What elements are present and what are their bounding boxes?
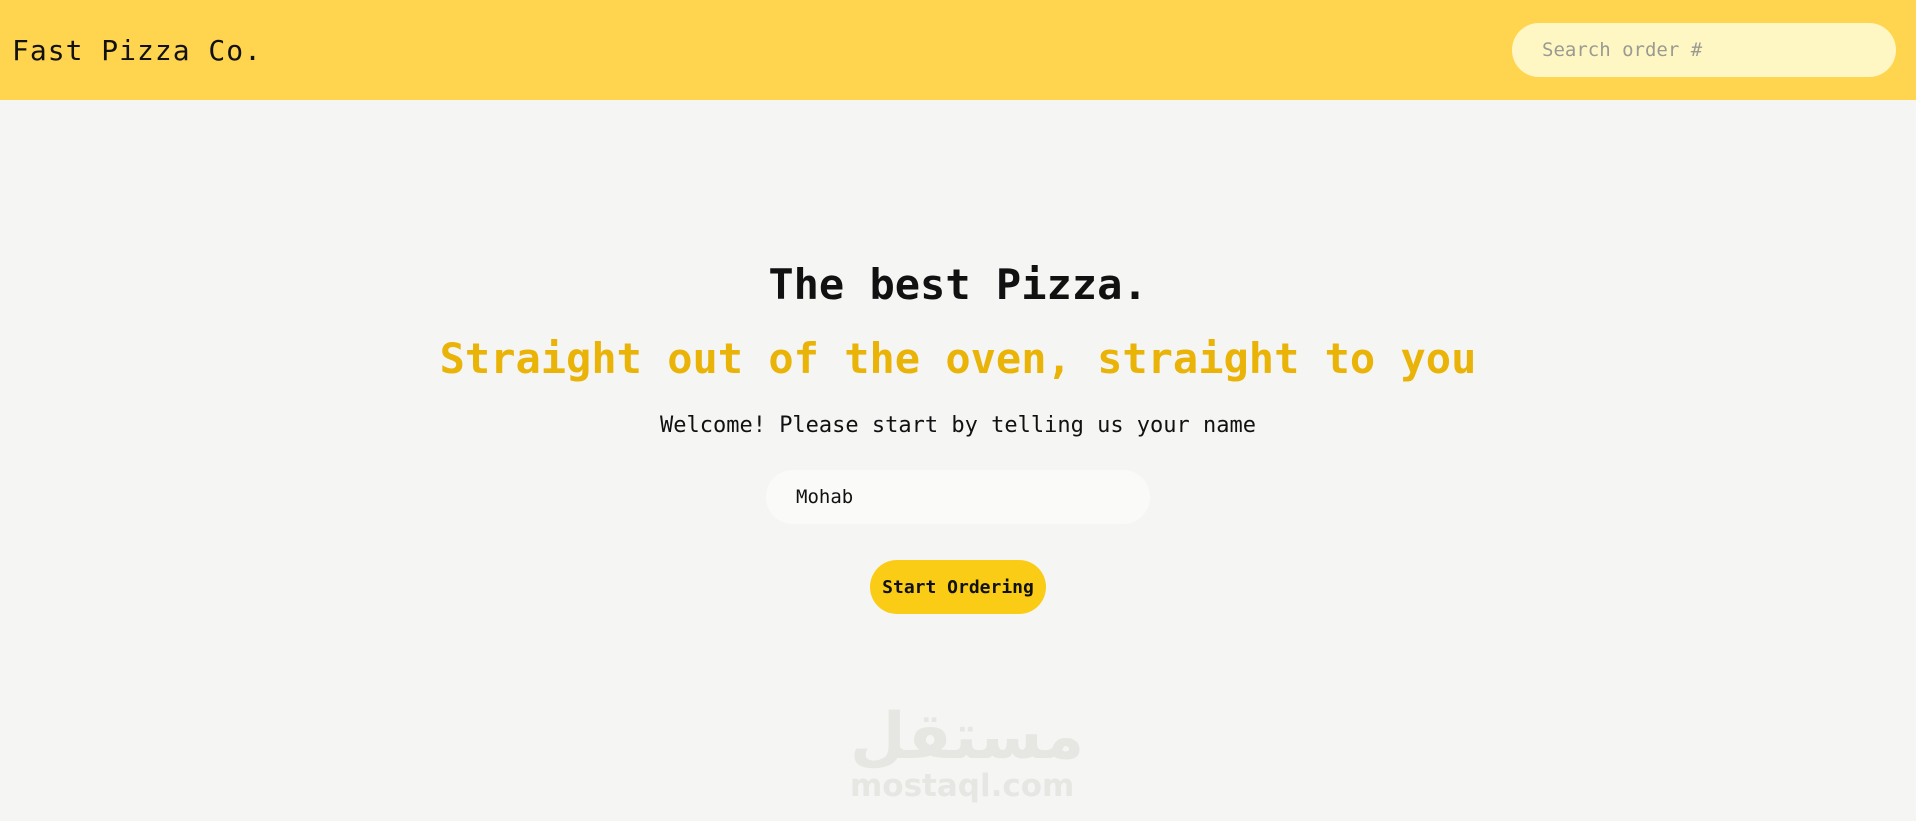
page-subtitle: Straight out of the oven, straight to yo…	[439, 334, 1477, 383]
name-input[interactable]	[766, 470, 1150, 524]
logo-link[interactable]: Fast Pizza Co.	[12, 34, 262, 67]
main-content: The best Pizza. Straight out of the oven…	[0, 100, 1916, 614]
welcome-prompt: Welcome! Please start by telling us your…	[659, 413, 1257, 438]
app-header: Fast Pizza Co.	[0, 0, 1916, 100]
watermark-latin-text: mostaql.com	[850, 768, 1075, 804]
watermark-arabic-text: مستقل	[850, 700, 1085, 774]
watermark-logo: مستقل mostaql.com	[850, 700, 1085, 804]
page-title: The best Pizza.	[768, 260, 1148, 309]
start-ordering-button[interactable]: Start Ordering	[870, 560, 1046, 614]
search-order-input[interactable]	[1512, 23, 1896, 77]
